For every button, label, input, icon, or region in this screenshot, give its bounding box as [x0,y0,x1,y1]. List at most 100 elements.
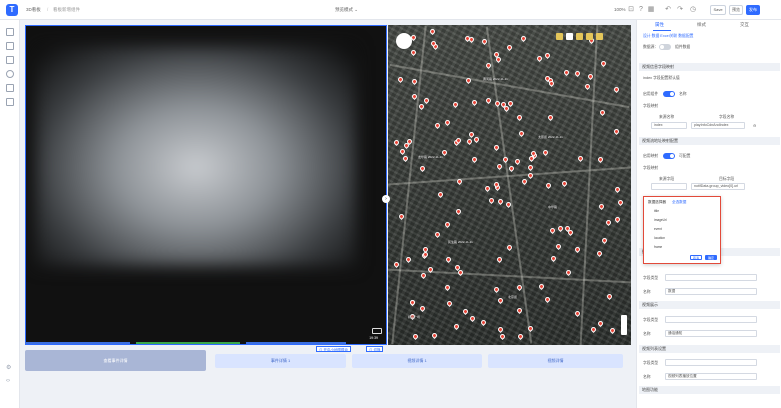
progress-segment-2 [136,342,240,344]
popup-option[interactable]: imageUrl [654,218,667,222]
data-source-switch[interactable] [659,44,671,50]
section-stream-mapping[interactable]: 视频流地址映射配置 [639,137,780,145]
popup-confirm-button[interactable]: 确定 [705,255,717,260]
field-map-label: 字段映射 [643,104,659,108]
field-type-input-3[interactable] [665,359,757,366]
map-tool-icon[interactable] [566,33,573,40]
map-tool-icon[interactable] [586,33,593,40]
video-detail-card-2[interactable]: 视频详情 [488,354,623,368]
enable-switch-2[interactable] [663,153,675,159]
publish-button[interactable]: 发布 [746,5,760,15]
name-label-3: 名称 [643,375,651,379]
progress-segment-3 [246,342,346,344]
view-event-detail-card[interactable]: 查看事件详情 [25,350,206,371]
layers-icon[interactable] [6,28,14,36]
section-video-mapping[interactable]: 视频信息字段映射 [639,63,780,71]
section-sub: index 字段配置默认值 [643,76,680,80]
satellite-map[interactable]: 黄河路 2022-11-11 龙华路 2022-11-11 太原街 2022-1… [388,25,631,345]
mode-select[interactable]: 预览模式 ⌄ [335,7,358,13]
data-icon[interactable] [6,56,14,64]
event-detail-card[interactable]: 事件详情 1 [215,354,346,368]
collapse-icon[interactable]: ‹› [6,378,14,386]
map-label: 北京街 [508,295,518,299]
grid-icon[interactable]: ▦ [647,6,655,14]
section-video-list[interactable]: 视频列表设置 [639,345,780,353]
source-field-input[interactable]: index [651,122,687,129]
enable-label-2: 启用映射 [643,154,659,158]
select-all-link[interactable]: 全选数据 [672,200,686,205]
preview-button[interactable]: 预览 [729,5,743,15]
popup-option[interactable]: location [654,236,665,240]
map-label: 和平广场 [408,315,421,319]
target-field-input-2[interactable]: notifData.group_video[0].url [691,183,745,190]
col-source-2: 来源字段 [659,177,675,181]
breadcrumb-separator: / [47,7,49,12]
target-field-input[interactable]: playInfoCdnAndIndex [691,122,745,129]
save-button[interactable]: Save [710,5,726,15]
subtabs[interactable]: 设计 数据 Excel关联 数据配置 [643,34,693,39]
video-frame [36,46,356,266]
popup-option[interactable]: title [654,209,659,213]
enable-hint-2: 可配置 [679,154,691,158]
zoom-control[interactable] [621,315,627,335]
tab-style[interactable]: 样式 [697,22,706,28]
fit-icon[interactable]: ⊡ [627,6,635,14]
editor-canvas: 19:39 黄河路 2022-11-11 龙华路 2022-11-11 太原街 … [20,20,631,408]
section-video-display[interactable]: 视频展示 [639,301,780,309]
breadcrumb-current: 看板新增组件 [53,7,80,12]
popup-option[interactable]: frame [654,245,662,249]
section-map-function[interactable]: 地图功能 [639,386,780,394]
name-input[interactable]: 数据 [665,288,757,295]
field-type-input[interactable] [665,274,757,281]
database-icon[interactable] [6,84,14,92]
name-input-3[interactable]: 视频列表播放位置 [665,373,757,380]
fullscreen-icon[interactable] [372,328,382,334]
compass-icon[interactable] [396,33,412,49]
app-logo[interactable]: T [6,4,18,16]
popup-option[interactable]: event [654,227,662,231]
redo-icon[interactable]: ↷ [676,6,684,14]
video-detail-card[interactable]: 视频详情 1 [352,354,482,368]
col-target-2: 目标字段 [719,177,735,181]
history-icon[interactable]: ◷ [689,6,697,14]
map-tool-icon[interactable] [556,33,563,40]
field-type-label-3: 字段类型 [643,361,659,365]
video-player[interactable]: 19:39 [25,25,387,345]
map-label: 中华路 [548,205,558,209]
enable-label: 启用组件 [643,92,659,96]
switch-tag[interactable]: ⊙ 切换 [366,346,384,352]
popup-cancel-button[interactable]: 取消 [690,255,702,260]
tab-properties[interactable]: 属性 [655,22,664,28]
help-icon[interactable]: ? [637,6,645,14]
name-label: 名称 [643,290,651,294]
left-sidebar: ⚙ ‹› [0,20,20,408]
map-tool-icon[interactable] [576,33,583,40]
settings-icon[interactable]: ⚙ [6,364,14,372]
tab-interaction[interactable]: 交互 [740,22,749,28]
col-target: 字段名称 [719,115,735,119]
field-type-input-2[interactable] [665,316,757,323]
popup-title: 数据选择器 [648,200,666,204]
tab-underline [653,30,671,31]
map-tool-icon[interactable] [596,33,603,40]
map-link-tag[interactable]: ⊙ 开启小地图联动 [316,346,351,352]
zoom-level[interactable]: 100% [614,7,626,12]
field-type-label: 字段类型 [643,276,659,280]
enable-switch[interactable] [663,91,675,97]
breadcrumb-root[interactable]: 3D看板 [26,7,41,13]
template-icon[interactable] [6,98,14,106]
delete-icon[interactable]: ⊖ [753,123,756,128]
map-label: 黄河路 2022-11-11 [483,77,508,81]
source-field-input-2[interactable] [651,183,687,190]
map-label: 太原街 2022-11-11 [538,135,563,139]
chevron-right-icon[interactable]: › [382,195,390,203]
field-type-label-2: 字段类型 [643,318,659,322]
name-input-2[interactable]: 通话通知 [665,330,757,337]
video-timestamp: 19:39 [369,336,378,340]
name-label-2: 名称 [643,332,651,336]
components-icon[interactable] [6,42,14,50]
field-map-label-2: 字段映射 [643,166,659,170]
undo-icon[interactable]: ↶ [664,6,672,14]
col-source: 来源名称 [659,115,675,119]
globe-icon[interactable] [6,70,14,78]
